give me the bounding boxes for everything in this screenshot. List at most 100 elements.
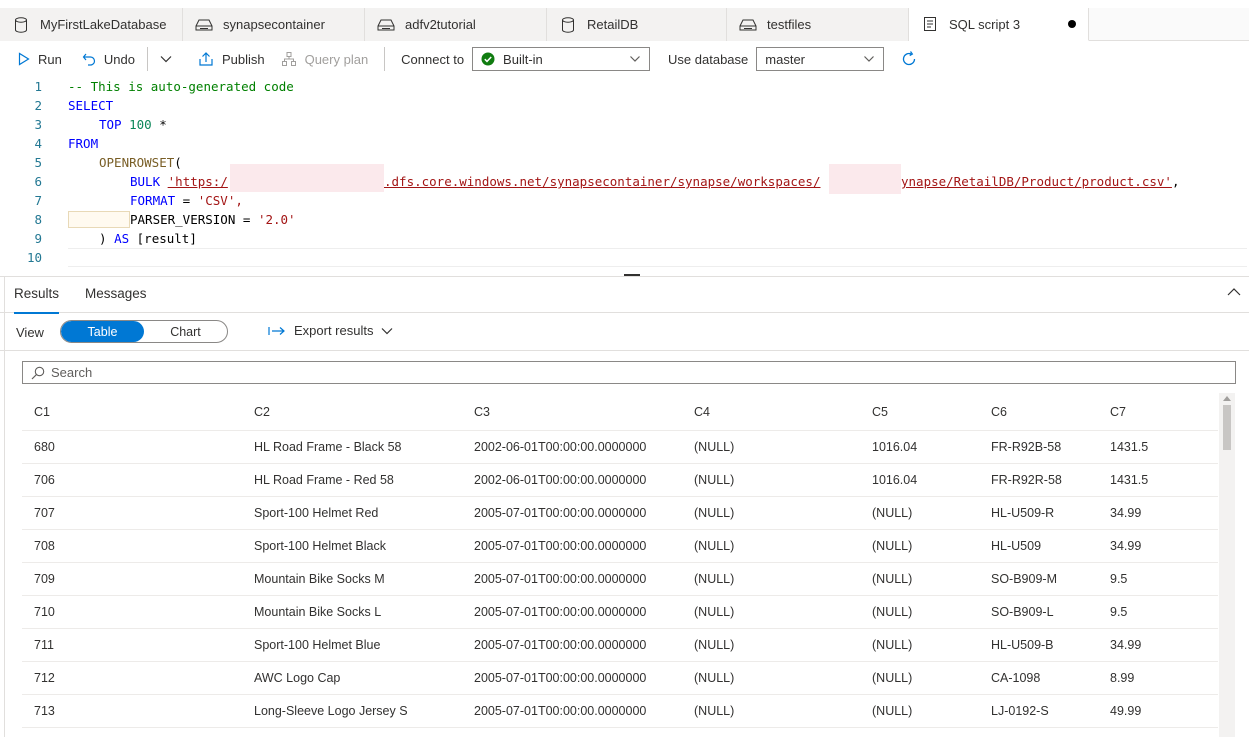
table-cell[interactable]: (NULL) (694, 563, 734, 595)
table-cell[interactable]: Sport-100 Helmet Blue (254, 629, 380, 661)
table-cell[interactable]: SO-B909-M (991, 563, 1057, 595)
table-cell[interactable]: FR-R92R-58 (991, 464, 1062, 496)
table-cell[interactable]: 2005-07-01T00:00:00.0000000 (474, 530, 646, 562)
table-cell[interactable]: 2002-06-01T00:00:00.0000000 (474, 431, 646, 463)
table-cell[interactable]: Sport-100 Helmet Red (254, 497, 378, 529)
table-cell[interactable]: HL-U509 (991, 530, 1041, 562)
column-header[interactable]: C5 (872, 393, 888, 430)
table-cell[interactable]: 2005-07-01T00:00:00.0000000 (474, 662, 646, 694)
table-cell[interactable]: 2002-06-01T00:00:00.0000000 (474, 464, 646, 496)
undo-dropdown-button[interactable] (154, 45, 186, 73)
table-cell[interactable]: LJ-0192-S (991, 695, 1049, 727)
table-cell[interactable]: Long-Sleeve Logo Jersey S (254, 695, 408, 727)
table-cell[interactable]: 2005-07-01T00:00:00.0000000 (474, 497, 646, 529)
table-row[interactable]: 707 Sport-100 Helmet Red 2005-07-01T00:00:… (22, 497, 1218, 530)
column-header[interactable]: C6 (991, 393, 1007, 430)
table-cell[interactable]: 706 (34, 464, 55, 496)
table-cell[interactable]: Mountain Bike Socks L (254, 596, 381, 628)
scrollbar-thumb[interactable] (1223, 405, 1231, 450)
table-cell[interactable]: 709 (34, 563, 55, 595)
table-cell[interactable]: HL Road Frame - Black 58 (254, 431, 402, 463)
table-cell[interactable]: (NULL) (694, 530, 734, 562)
table-row[interactable]: 712 AWC Logo Cap 2005-07-01T00:00:00.00000… (22, 662, 1218, 695)
column-header[interactable]: C7 (1110, 393, 1126, 430)
table-cell[interactable]: CA-1098 (991, 662, 1040, 694)
tab-messages[interactable]: Messages (85, 286, 147, 301)
undo-button[interactable]: Undo (76, 45, 141, 73)
table-cell[interactable]: 2005-07-01T00:00:00.0000000 (474, 695, 646, 727)
table-cell[interactable]: SO-B909-L (991, 596, 1054, 628)
view-toggle[interactable]: Table Chart (60, 320, 228, 343)
table-cell[interactable]: (NULL) (872, 695, 912, 727)
view-table-option[interactable]: Table (61, 321, 144, 342)
table-cell[interactable]: 34.99 (1110, 629, 1141, 661)
table-cell[interactable]: (NULL) (872, 530, 912, 562)
table-cell[interactable]: (NULL) (694, 497, 734, 529)
results-scrollbar[interactable] (1219, 393, 1235, 737)
table-cell[interactable]: 34.99 (1110, 497, 1141, 529)
table-cell[interactable]: AWC Logo Cap (254, 662, 340, 694)
tab-adfv2tutorial[interactable]: adfv2tutorial (365, 8, 547, 41)
chevron-up-icon[interactable] (1227, 287, 1241, 297)
publish-button[interactable]: Publish (192, 45, 271, 73)
view-chart-option[interactable]: Chart (144, 321, 227, 342)
table-cell[interactable]: 680 (34, 431, 55, 463)
column-header[interactable]: C2 (254, 393, 270, 430)
table-row[interactable]: 711 Sport-100 Helmet Blue 2005-07-01T00:00… (22, 629, 1218, 662)
table-row[interactable]: 709 Mountain Bike Socks M 2005-07-01T00:00… (22, 563, 1218, 596)
table-cell[interactable]: 9.5 (1110, 596, 1127, 628)
table-cell[interactable]: (NULL) (872, 497, 912, 529)
table-cell[interactable]: 2005-07-01T00:00:00.0000000 (474, 596, 646, 628)
table-cell[interactable]: 2005-07-01T00:00:00.0000000 (474, 563, 646, 595)
table-cell[interactable]: (NULL) (872, 629, 912, 661)
table-row[interactable]: 713 Long-Sleeve Logo Jersey S 2005-07-01T0… (22, 695, 1218, 728)
table-cell[interactable]: (NULL) (694, 629, 734, 661)
table-cell[interactable]: (NULL) (694, 464, 734, 496)
table-cell[interactable]: 711 (34, 629, 54, 661)
table-cell[interactable]: 9.5 (1110, 563, 1127, 595)
table-cell[interactable]: 2005-07-01T00:00:00.0000000 (474, 629, 646, 661)
table-cell[interactable]: (NULL) (872, 662, 912, 694)
table-row[interactable]: 708 Sport-100 Helmet Black 2005-07-01T00:0… (22, 530, 1218, 563)
table-cell[interactable]: 49.99 (1110, 695, 1141, 727)
column-header[interactable]: C4 (694, 393, 710, 430)
table-cell[interactable]: (NULL) (694, 662, 734, 694)
column-header[interactable]: C3 (474, 393, 490, 430)
table-cell[interactable]: 713 (34, 695, 55, 727)
query-plan-button[interactable]: Query plan (275, 45, 375, 73)
table-cell[interactable]: Mountain Bike Socks M (254, 563, 385, 595)
use-database-select[interactable]: master (756, 47, 885, 71)
table-cell[interactable]: (NULL) (694, 695, 734, 727)
table-cell[interactable]: HL Road Frame - Red 58 (254, 464, 394, 496)
column-header[interactable]: C1 (34, 393, 50, 430)
export-results-button[interactable]: Export results (268, 323, 393, 338)
table-cell[interactable]: 708 (34, 530, 55, 562)
table-cell[interactable]: 8.99 (1110, 662, 1134, 694)
tab-results[interactable]: Results (14, 286, 60, 314)
table-cell[interactable]: 1016.04 (872, 431, 917, 463)
table-cell[interactable]: Sport-100 Helmet Black (254, 530, 386, 562)
table-cell[interactable]: 712 (34, 662, 55, 694)
table-row[interactable]: 710 Mountain Bike Socks L 2005-07-01T00:00… (22, 596, 1218, 629)
table-cell[interactable]: (NULL) (872, 596, 912, 628)
run-button[interactable]: Run (12, 45, 68, 73)
tab-myfirstlakedatabase[interactable]: MyFirstLakeDatabase (0, 8, 183, 41)
table-cell[interactable]: (NULL) (872, 563, 912, 595)
table-cell[interactable]: HL-U509-B (991, 629, 1054, 661)
tab-retaildb[interactable]: RetailDB (547, 8, 727, 41)
table-cell[interactable]: 1431.5 (1110, 464, 1148, 496)
table-cell[interactable]: 1431.5 (1110, 431, 1148, 463)
table-cell[interactable]: HL-U509-R (991, 497, 1054, 529)
table-cell[interactable]: 34.99 (1110, 530, 1141, 562)
tab-sql-script-3[interactable]: SQL script 3 (909, 8, 1089, 41)
table-cell[interactable]: 707 (34, 497, 55, 529)
tab-testfiles[interactable]: testfiles (727, 8, 909, 41)
table-cell[interactable]: 710 (34, 596, 55, 628)
table-cell[interactable]: (NULL) (694, 596, 734, 628)
connect-to-select[interactable]: Built-in (472, 47, 651, 71)
pane-resize-handle[interactable] (624, 274, 640, 276)
table-cell[interactable]: FR-R92B-58 (991, 431, 1061, 463)
sql-code-editor[interactable]: 1 -- This is auto-generated code 2 SELEC… (0, 77, 1249, 269)
tab-synapsecontainer[interactable]: synapsecontainer (183, 8, 365, 41)
table-cell[interactable]: (NULL) (694, 431, 734, 463)
